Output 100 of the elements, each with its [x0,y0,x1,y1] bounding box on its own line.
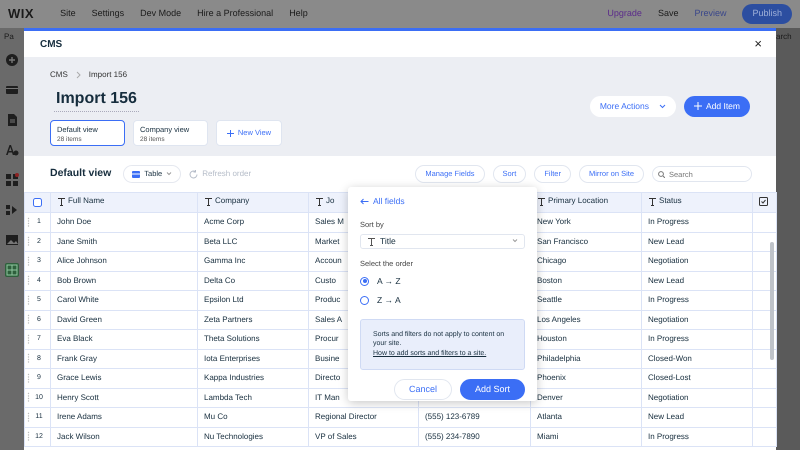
text-field-icon [648,196,657,206]
table-cell: In Progress [648,334,689,344]
blocks-icon[interactable] [5,203,19,217]
search-icon [658,170,665,178]
table-cell: Henry Scott [57,392,99,402]
table-cell: Regional Director [315,412,377,422]
add-icon[interactable] [5,53,19,67]
menu-item[interactable]: Help [289,7,308,21]
plus-icon [694,102,702,110]
toolbar-link[interactable]: Save [658,7,678,21]
drag-handle-icon [27,372,30,384]
table-cell: Kappa Industries [204,373,264,382]
drag-handle-icon [27,353,30,364]
toolbar-link[interactable]: Preview [694,7,726,21]
table-cell: Sales M [315,217,344,226]
radio-option[interactable]: A → Z [360,275,525,288]
table-cell: Phoenix [537,373,566,382]
more-actions-button[interactable]: More Actions [590,96,676,117]
table-cell: Procur [315,334,339,344]
cancel-button[interactable]: Cancel [394,378,452,400]
table-cell: Seattle [537,295,562,304]
menu-item[interactable]: Settings [92,7,124,21]
drag-handle-icon [27,314,30,326]
page-title[interactable]: Import 156 [54,87,139,112]
table-cell: Jack Wilson [57,432,100,441]
table-cell: Mu Co [204,412,228,422]
table-cell: Negotiation [648,314,688,324]
layout-icon[interactable] [5,83,19,97]
drag-handle-icon [27,256,30,267]
add-item-button[interactable]: Add Item [684,96,750,117]
table-cell: Gamma Inc [204,256,246,266]
checkbox[interactable] [33,198,42,207]
table-cell: In Progress [648,432,689,441]
table-cell: Jane Smith [57,236,98,246]
toolbar-link[interactable]: Upgrade [607,7,642,21]
table-cell: Busine [315,354,340,363]
table-cell: VP of Sales [315,432,357,441]
back-link[interactable]: All fields [360,195,405,208]
table-cell: Carol White [57,295,99,304]
drag-handle-icon [27,431,30,442]
toolbar-text: arch [776,31,793,43]
drag-handle-icon [27,294,30,306]
table-cell: In Progress [648,295,689,304]
plus-icon [226,130,234,136]
table-cell: Zeta Partners [204,314,252,324]
page-icon[interactable] [5,113,19,127]
image-icon[interactable] [5,233,19,247]
drag-handle-icon [27,216,30,228]
table-cell: Acme Corp [204,217,244,226]
chevron-right-icon [76,71,81,79]
column-header[interactable]: Status [648,195,682,208]
modal-title: CMS [40,38,62,52]
table-cell: Lambda Tech [204,392,252,402]
table-cell: Boston [537,276,562,285]
scrollbar[interactable] [770,242,774,360]
table-cell: Sales A [315,314,342,324]
menu-item[interactable]: Hire a Professional [197,7,274,21]
text-field-icon [315,196,324,206]
table-cell: New Lead [648,276,684,285]
table-cell: Houston [537,334,567,344]
radio-button[interactable] [360,276,369,286]
apps-grid-icon[interactable] [5,173,19,187]
table-cell: Atlanta [537,412,562,422]
drag-handle-icon [27,412,30,423]
breadcrumb-item: Import 156 [88,69,128,81]
drag-handle-icon [27,275,30,286]
close-button[interactable]: × [754,34,762,54]
table-cell: IT Man [315,392,340,402]
radio-button[interactable] [360,296,369,305]
table-cell: Market [315,236,340,246]
table-cell: In Progress [648,217,689,226]
text-field-icon [57,196,66,206]
text-field-icon [367,236,376,246]
breadcrumb-item[interactable]: CMS [50,69,68,81]
table-cell: Eva Black [57,334,93,344]
menu-item[interactable]: Site [60,7,76,21]
table-cell: Custo [315,276,336,285]
table-cell: Frank Gray [57,354,98,363]
table-cell: Nu Technologies [204,432,264,441]
arrow-left-icon [360,198,369,205]
menu-item[interactable]: Dev Mode [140,7,182,21]
table-cell: New Lead [648,412,684,422]
sort-field-dropdown[interactable]: Title [360,234,525,249]
text-field-icon [204,196,213,206]
font-style-icon[interactable] [5,143,19,157]
radio-option[interactable]: Z → A [360,294,525,306]
table-cell: Directo [315,373,340,382]
table-cell: Negotiation [648,256,688,266]
table-cell: Denver [537,392,563,402]
publish-button[interactable]: Publish [742,4,792,24]
table-cell: Irene Adams [57,412,102,422]
add-sort-button[interactable]: Add Sort [460,378,525,400]
column-header[interactable]: Jo [315,195,334,208]
table-icon[interactable] [5,263,19,277]
table-cell: Alice Johnson [57,256,107,266]
table-cell: Chicago [537,256,566,266]
table-cell: Accoun [315,256,342,266]
checkbox-field-icon [759,196,768,206]
table-cell: Philadelphia [537,354,581,363]
chevron-down-icon [512,239,518,244]
